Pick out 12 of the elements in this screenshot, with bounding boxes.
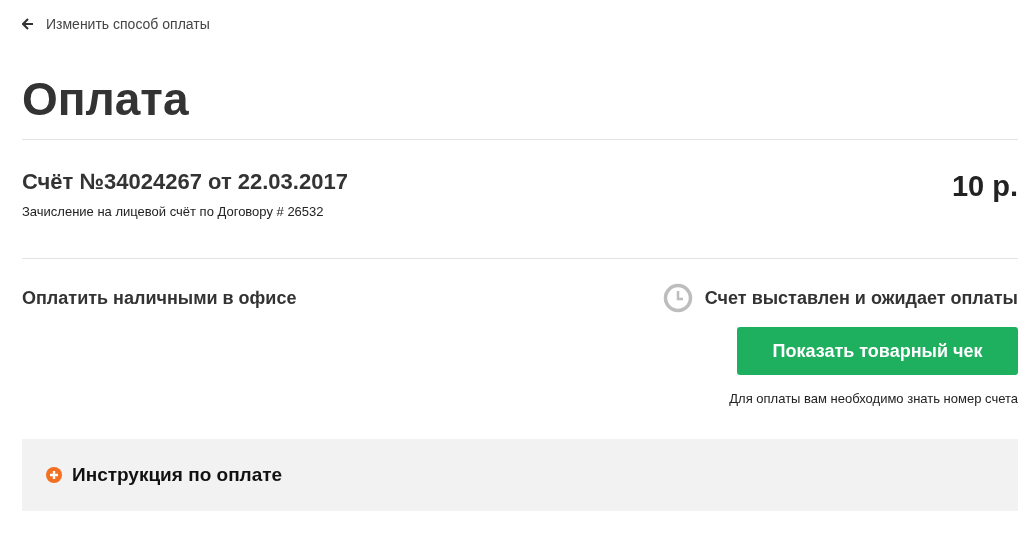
- clock-icon: [662, 283, 693, 313]
- back-arrow-icon: [22, 18, 34, 30]
- payment-method: Оплатить наличными в офисе: [22, 287, 297, 310]
- invoice-title: Счёт №34024267 от 22.03.2017: [22, 168, 348, 196]
- instructions-toggle[interactable]: Инструкция по оплате: [22, 439, 1018, 511]
- invoice-amount: 10 р.: [951, 169, 1018, 204]
- plus-icon: [46, 467, 62, 483]
- payment-hint: Для оплаты вам необходимо знать номер счета: [729, 391, 1018, 406]
- invoice-description: Зачисление на лицевой счёт по Договору # 26532: [22, 204, 325, 219]
- page-title: Оплата: [22, 73, 190, 125]
- back-link[interactable]: Изменить способ оплаты: [22, 16, 210, 32]
- payment-status: Счет выставлен и ожидает оплаты: [704, 287, 1018, 309]
